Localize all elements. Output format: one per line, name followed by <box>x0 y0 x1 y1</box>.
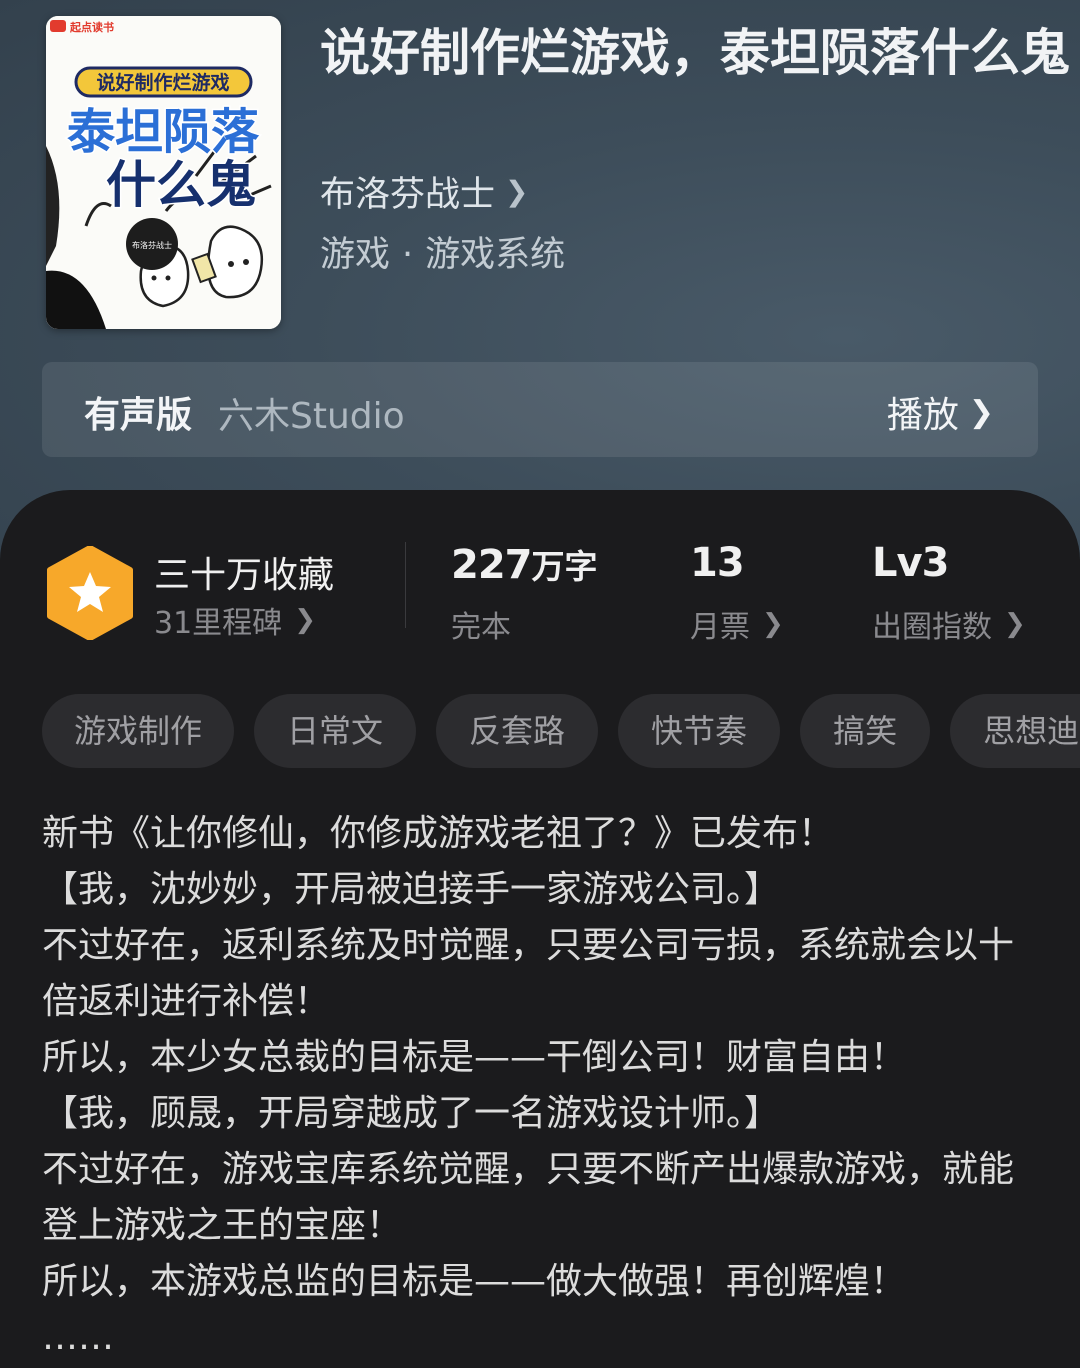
monthly-votes-count: 13 <box>690 540 745 586</box>
tag-chip[interactable]: 搞笑 <box>800 694 931 768</box>
chevron-right-icon: ❯ <box>294 605 316 635</box>
chevron-right-icon: ❯ <box>505 175 529 208</box>
chevron-right-icon: ❯ <box>1004 609 1026 639</box>
description-line: 不过好在，游戏宝库系统觉醒，只要不断产出爆款游戏，就能登上游戏之王的宝座！ <box>42 1149 1015 1246</box>
audiobook-label: 有声版 <box>84 395 193 436</box>
influence-index-link[interactable]: 出圈指数 ❯ <box>872 602 1026 646</box>
author-name: 布洛芬战士 <box>320 175 496 215</box>
genre-main[interactable]: 游戏 <box>320 235 390 275</box>
book-detail-panel: 三十万收藏 31里程碑 ❯ 227万字 完本 13 月票 ❯ Lv3 出圈指数 … <box>0 490 1080 1368</box>
word-count-number: 227 <box>451 542 532 588</box>
status-label: 完本 <box>451 610 511 645</box>
favorites-badge-icon[interactable] <box>46 545 134 641</box>
audiobook-bar[interactable]: 有声版 六木Studio 播放 ❯ <box>42 362 1038 457</box>
chevron-right-icon: ❯ <box>968 394 994 430</box>
cover-title-line1: 泰坦陨落 <box>67 104 260 160</box>
stats-divider <box>405 542 406 628</box>
tag-chip[interactable]: 日常文 <box>254 694 417 768</box>
play-button[interactable]: 播放 ❯ <box>887 386 994 438</box>
word-count: 227万字 <box>451 540 598 588</box>
word-count-unit: 万字 <box>531 547 598 586</box>
tag-chip[interactable]: 游戏制作 <box>42 694 235 768</box>
audiobook-studio: 六木Studio <box>218 396 405 437</box>
tag-chip[interactable]: 反套路 <box>436 694 599 768</box>
genre-sub[interactable]: 游戏系统 <box>425 235 565 275</box>
tag-list: 游戏制作日常文反套路快节奏搞笑思想迪化 <box>42 694 1080 770</box>
cover-illustration: 起点读书 说好制作烂游戏 泰坦陨落 什么鬼 布洛芬战士 <box>46 16 281 329</box>
book-title: 说好制作烂游戏，泰坦陨落什么鬼 <box>320 23 1070 82</box>
description-line: 新书《让你修仙，你修成游戏老祖了？》已发布！ <box>42 813 835 854</box>
influence-level: Lv3 <box>872 540 949 586</box>
play-label: 播放 <box>886 395 959 436</box>
description-line: 所以，本少女总裁的目标是——干倒公司！财富自由！ <box>42 1037 907 1078</box>
description-line: 所以，本游戏总监的目标是——做大做强！再创辉煌！ <box>42 1261 907 1302</box>
book-description[interactable]: 新书《让你修仙，你修成游戏老祖了？》已发布！ 【我，沈妙妙，开局被迫接手一家游戏… <box>42 806 1042 1366</box>
tag-chip[interactable]: 思想迪化 <box>950 694 1080 768</box>
author-link[interactable]: 布洛芬战士 ❯ <box>320 166 528 217</box>
book-cover[interactable]: 起点读书 说好制作烂游戏 泰坦陨落 什么鬼 布洛芬战士 <box>46 16 281 329</box>
milestone-label: 31里程碑 <box>154 606 283 641</box>
chevron-right-icon: ❯ <box>762 609 784 639</box>
influence-index-label: 出圈指数 <box>872 610 992 645</box>
milestone-link[interactable]: 31里程碑 ❯ <box>154 598 316 642</box>
monthly-votes-link[interactable]: 月票 ❯ <box>690 602 784 646</box>
book-header: 起点读书 说好制作烂游戏 泰坦陨落 什么鬼 布洛芬战士 说好制作烂游戏，泰坦陨落… <box>0 0 1080 560</box>
cover-author-stamp: 布洛芬战士 <box>132 240 172 250</box>
description-line: 不过好在，返利系统及时觉醒，只要公司亏损，系统就会以十倍返利进行补偿！ <box>42 925 1015 1022</box>
tag-chip[interactable]: 快节奏 <box>618 694 781 768</box>
completion-status: 完本 <box>451 602 511 646</box>
monthly-votes-label: 月票 <box>690 610 750 645</box>
genre-row: 游戏 · 游戏系统 <box>320 226 565 277</box>
cover-title-line2: 什么鬼 <box>106 156 256 214</box>
description-line: 【我，顾晟，开局穿越成了一名游戏设计师。】 <box>42 1093 781 1134</box>
cover-title-small: 说好制作烂游戏 <box>96 71 229 94</box>
description-line: 【我，沈妙妙，开局被迫接手一家游戏公司。】 <box>42 869 781 910</box>
description-line: …… <box>42 1317 114 1358</box>
cover-publisher: 起点读书 <box>69 20 114 34</box>
favorites-count[interactable]: 三十万收藏 <box>154 546 334 598</box>
separator-dot: · <box>402 235 414 275</box>
